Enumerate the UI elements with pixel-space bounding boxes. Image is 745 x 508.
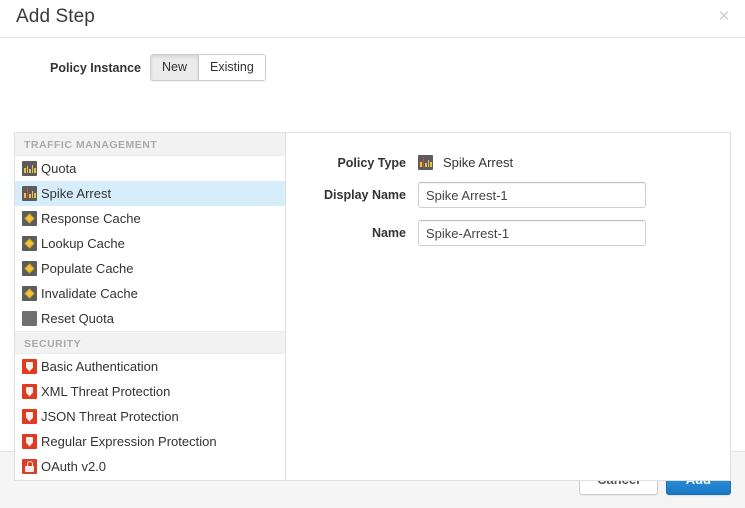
policy-selection-panel: TRAFFIC MANAGEMENT Quota Spike Arrest Re… [14, 132, 731, 481]
page-title: Add Step [16, 6, 95, 28]
policy-type-value: Spike Arrest [418, 155, 513, 170]
sidebar-item-label: OAuth v2.0 [41, 459, 106, 474]
diamond-cache-icon [22, 211, 37, 226]
name-label: Name [286, 226, 418, 240]
sidebar-item-label: Regular Expression Protection [41, 434, 217, 449]
policy-instance-existing-button[interactable]: Existing [198, 54, 266, 81]
sidebar-item-basic-authentication[interactable]: Basic Authentication [15, 354, 285, 379]
diamond-cache-icon [22, 286, 37, 301]
policy-detail-form: Policy Type Spike Arrest Display Name Na… [286, 133, 730, 480]
shield-icon [22, 434, 37, 449]
sidebar-item-invalidate-cache[interactable]: Invalidate Cache [15, 281, 285, 306]
name-input[interactable] [418, 220, 646, 246]
policy-type-label: Policy Type [286, 156, 418, 170]
sidebar-item-label: XML Threat Protection [41, 384, 170, 399]
diamond-cache-icon [22, 261, 37, 276]
sidebar-item-regular-expression-protection[interactable]: Regular Expression Protection [15, 429, 285, 454]
name-row: Name [286, 220, 730, 246]
policy-list: TRAFFIC MANAGEMENT Quota Spike Arrest Re… [15, 133, 286, 480]
diamond-cache-icon [22, 236, 37, 251]
sidebar-item-quota[interactable]: Quota [15, 156, 285, 181]
sidebar-item-label: JSON Threat Protection [41, 409, 179, 424]
sidebar-item-label: Quota [41, 161, 76, 176]
bars-icon [22, 161, 37, 176]
close-icon[interactable]: ✕ [715, 8, 733, 26]
section-header-security: SECURITY [15, 331, 285, 354]
display-name-row: Display Name [286, 182, 730, 208]
policy-instance-toggle-group: New Existing [150, 54, 266, 81]
dialog-body: Policy Instance New Existing TRAFFIC MAN… [0, 38, 745, 451]
spike-bars-icon [418, 155, 433, 170]
sidebar-item-label: Invalidate Cache [41, 286, 138, 301]
policy-type-row: Policy Type Spike Arrest [286, 155, 730, 170]
reset-bars-icon [22, 311, 37, 326]
sidebar-item-label: Populate Cache [41, 261, 134, 276]
dialog-header: Add Step ✕ [0, 0, 745, 38]
display-name-label: Display Name [286, 188, 418, 202]
policy-instance-new-button[interactable]: New [150, 54, 198, 81]
sidebar-item-reset-quota[interactable]: Reset Quota [15, 306, 285, 331]
sidebar-item-label: Lookup Cache [41, 236, 125, 251]
sidebar-item-label: Basic Authentication [41, 359, 158, 374]
section-header-traffic-management: TRAFFIC MANAGEMENT [15, 133, 285, 156]
shield-icon [22, 384, 37, 399]
sidebar-item-populate-cache[interactable]: Populate Cache [15, 256, 285, 281]
add-step-dialog: Add Step ✕ Policy Instance New Existing … [0, 0, 745, 508]
display-name-input[interactable] [418, 182, 646, 208]
sidebar-item-label: Reset Quota [41, 311, 114, 326]
lock-icon [22, 459, 37, 474]
sidebar-item-json-threat-protection[interactable]: JSON Threat Protection [15, 404, 285, 429]
shield-icon [22, 409, 37, 424]
sidebar-item-response-cache[interactable]: Response Cache [15, 206, 285, 231]
spike-bars-icon [22, 186, 37, 201]
sidebar-item-spike-arrest[interactable]: Spike Arrest [15, 181, 285, 206]
policy-instance-row: Policy Instance New Existing [50, 38, 745, 93]
sidebar-item-label: Response Cache [41, 211, 141, 226]
sidebar-item-label: Spike Arrest [41, 186, 111, 201]
sidebar-item-xml-threat-protection[interactable]: XML Threat Protection [15, 379, 285, 404]
policy-instance-label: Policy Instance [50, 61, 141, 75]
policy-type-text: Spike Arrest [443, 155, 513, 170]
shield-icon [22, 359, 37, 374]
sidebar-item-oauth-v2[interactable]: OAuth v2.0 [15, 454, 285, 479]
sidebar-item-lookup-cache[interactable]: Lookup Cache [15, 231, 285, 256]
